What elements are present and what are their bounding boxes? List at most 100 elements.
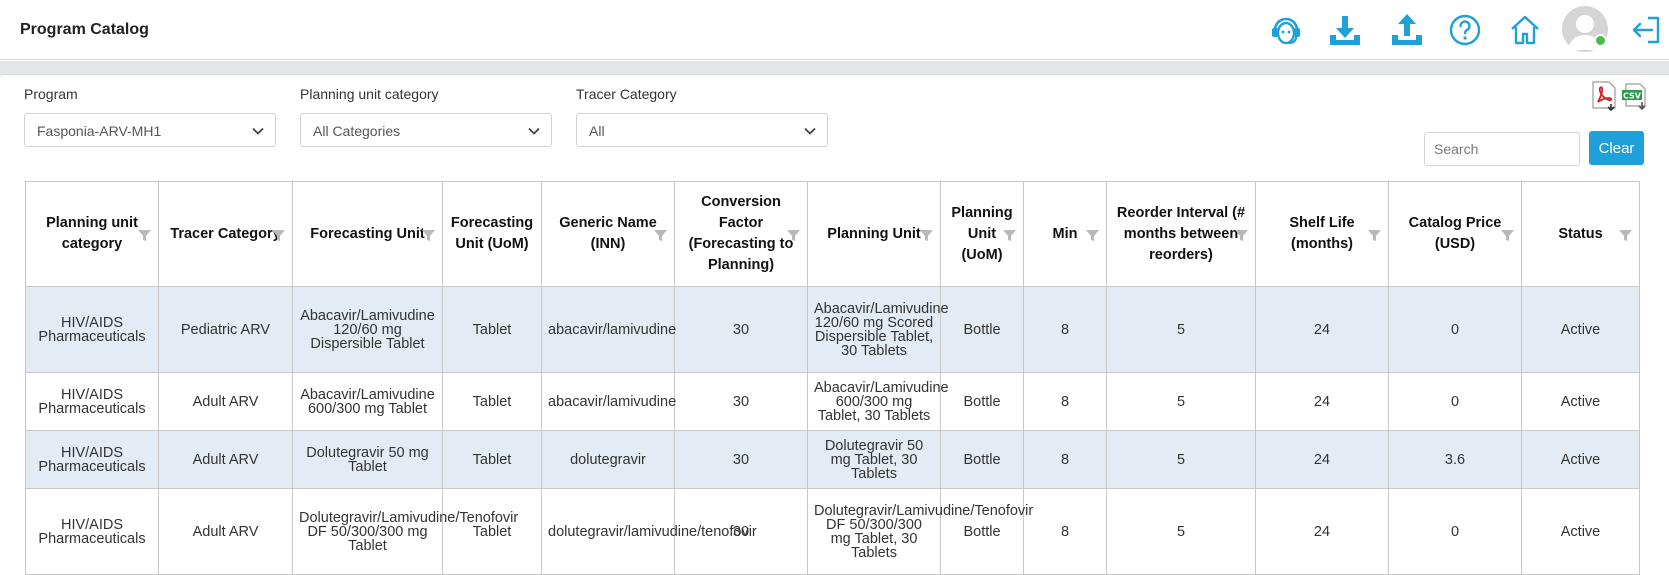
table-cell: 5 bbox=[1106, 372, 1256, 431]
table-cell: Dolutegravir/Lamivudine/Tenofovir DF 50/… bbox=[292, 488, 518, 575]
table-row[interactable]: HIV/AIDS Pharmaceuticals Adult ARV Abaca… bbox=[25, 372, 1640, 431]
table-cell: Active bbox=[1521, 430, 1640, 489]
column-header[interactable]: Forecasting Unit (UoM) bbox=[442, 181, 542, 287]
table-cell: Abacavir/Lamivudine 600/300 mg Tablet bbox=[292, 372, 443, 431]
chevron-down-icon bbox=[804, 127, 816, 135]
column-header[interactable]: Planning Unit bbox=[807, 181, 941, 287]
table-cell: Dolutegravir 50 mg Tablet, 30 Tablets bbox=[807, 430, 941, 489]
filter-icon[interactable] bbox=[1367, 228, 1382, 243]
table-cell: Bottle bbox=[940, 488, 1024, 575]
table-cell: Abacavir/Lamivudine 120/60 mg Dispersibl… bbox=[292, 286, 443, 373]
chevron-down-icon bbox=[252, 127, 264, 135]
filter-icon[interactable] bbox=[919, 228, 934, 243]
column-header[interactable]: Planning Unit (UoM) bbox=[940, 181, 1024, 287]
filter-icon[interactable] bbox=[421, 228, 436, 243]
table-cell: 8 bbox=[1023, 372, 1107, 431]
clear-button[interactable]: Clear bbox=[1589, 131, 1644, 165]
home-icon[interactable] bbox=[1507, 12, 1543, 48]
table-cell: 30 bbox=[674, 430, 808, 489]
page-title: Program Catalog bbox=[20, 21, 149, 38]
table-cell: Dolutegravir/Lamivudine/Tenofovir DF 50/… bbox=[807, 488, 1033, 575]
column-header[interactable]: Forecasting Unit bbox=[292, 181, 443, 287]
table-cell: Abacavir/Lamivudine 120/60 mg Scored Dis… bbox=[807, 286, 949, 373]
column-header[interactable]: Status bbox=[1521, 181, 1640, 287]
table-cell: 8 bbox=[1023, 430, 1107, 489]
planning-unit-category-label: Planning unit category bbox=[300, 86, 439, 102]
online-status-dot bbox=[1594, 34, 1607, 47]
table-cell: HIV/AIDS Pharmaceuticals bbox=[25, 488, 159, 575]
tracer-category-select[interactable]: All bbox=[576, 113, 828, 147]
program-label: Program bbox=[24, 86, 78, 102]
filter-icon[interactable] bbox=[653, 228, 668, 243]
upload-icon[interactable] bbox=[1389, 12, 1425, 48]
table-cell: Active bbox=[1521, 488, 1640, 575]
pdf-export-icon[interactable] bbox=[1590, 80, 1620, 112]
table-cell: Dolutegravir 50 mg Tablet bbox=[292, 430, 443, 489]
column-header[interactable]: Planning unit category bbox=[25, 181, 159, 287]
column-header[interactable]: Generic Name (INN) bbox=[541, 181, 675, 287]
column-header[interactable]: Reorder Interval (# months between reord… bbox=[1106, 181, 1256, 287]
planning-unit-category-value: All Categories bbox=[313, 123, 401, 139]
table-cell: 5 bbox=[1106, 430, 1256, 489]
tracer-category-label: Tracer Category bbox=[576, 86, 677, 102]
table-cell: Active bbox=[1521, 286, 1640, 373]
table-cell: 24 bbox=[1255, 488, 1389, 575]
table-cell: Bottle bbox=[940, 286, 1024, 373]
table-cell: Adult ARV bbox=[158, 430, 293, 489]
table-cell: dolutegravir bbox=[541, 430, 675, 489]
table-cell: 8 bbox=[1023, 286, 1107, 373]
search-input[interactable] bbox=[1424, 132, 1580, 166]
table-cell: 24 bbox=[1255, 286, 1389, 373]
column-header[interactable]: Shelf Life (months) bbox=[1255, 181, 1389, 287]
support-agent-icon[interactable] bbox=[1268, 12, 1304, 48]
filter-icon[interactable] bbox=[1234, 228, 1249, 243]
table-cell: Pediatric ARV bbox=[158, 286, 293, 373]
table-cell: 0 bbox=[1388, 286, 1522, 373]
table-cell: 3.6 bbox=[1388, 430, 1522, 489]
table-row[interactable]: HIV/AIDS Pharmaceuticals Adult ARV Dolut… bbox=[25, 488, 1640, 575]
program-select[interactable]: Fasponia-ARV-MH1 bbox=[24, 113, 276, 147]
filter-icon[interactable] bbox=[1085, 228, 1100, 243]
logout-icon[interactable] bbox=[1628, 12, 1664, 48]
table-cell: Bottle bbox=[940, 430, 1024, 489]
filter-icon[interactable] bbox=[1618, 228, 1633, 243]
column-header[interactable]: Conversion Factor (Forecasting to Planni… bbox=[674, 181, 808, 287]
table-row[interactable]: HIV/AIDS Pharmaceuticals Adult ARV Dolut… bbox=[25, 430, 1640, 489]
table-cell: 0 bbox=[1388, 372, 1522, 431]
table-row[interactable]: HIV/AIDS Pharmaceuticals Pediatric ARV A… bbox=[25, 286, 1640, 373]
table-cell: 30 bbox=[674, 372, 808, 431]
table-cell: 24 bbox=[1255, 372, 1389, 431]
csv-export-icon[interactable]: CSV bbox=[1620, 80, 1650, 112]
planning-unit-category-select[interactable]: All Categories bbox=[300, 113, 552, 147]
filter-icon[interactable] bbox=[1002, 228, 1017, 243]
program-select-value: Fasponia-ARV-MH1 bbox=[37, 123, 162, 139]
table-cell: HIV/AIDS Pharmaceuticals bbox=[25, 286, 159, 373]
table-cell: 5 bbox=[1106, 488, 1256, 575]
filter-icon[interactable] bbox=[786, 228, 801, 243]
help-icon[interactable] bbox=[1447, 12, 1483, 48]
filter-icon[interactable] bbox=[1500, 228, 1515, 243]
chevron-down-icon bbox=[528, 127, 540, 135]
table-cell: Tablet bbox=[442, 286, 542, 373]
table-cell: 8 bbox=[1023, 488, 1107, 575]
table-cell: abacavir/lamivudine bbox=[541, 372, 676, 431]
table-cell: Tablet bbox=[442, 372, 542, 431]
column-header[interactable]: Min bbox=[1023, 181, 1107, 287]
table-cell: Adult ARV bbox=[158, 372, 293, 431]
top-header: Program Catalog bbox=[0, 0, 1669, 60]
download-icon[interactable] bbox=[1327, 12, 1363, 48]
table-cell: HIV/AIDS Pharmaceuticals bbox=[25, 372, 159, 431]
table-cell: 5 bbox=[1106, 286, 1256, 373]
table-cell: 24 bbox=[1255, 430, 1389, 489]
column-header[interactable]: Catalog Price (USD) bbox=[1388, 181, 1522, 287]
table-cell: 30 bbox=[674, 286, 808, 373]
filter-icon[interactable] bbox=[271, 228, 286, 243]
column-header[interactable]: Tracer Category bbox=[158, 181, 293, 287]
table-cell: abacavir/lamivudine bbox=[541, 286, 676, 373]
table-header-row: Planning unit category Tracer Category F… bbox=[25, 181, 1640, 287]
table-cell: Tablet bbox=[442, 430, 542, 489]
table-cell: Bottle bbox=[940, 372, 1024, 431]
table-cell: Tablet bbox=[442, 488, 542, 575]
catalog-table: Planning unit category Tracer Category F… bbox=[25, 181, 1640, 575]
filter-icon[interactable] bbox=[137, 228, 152, 243]
